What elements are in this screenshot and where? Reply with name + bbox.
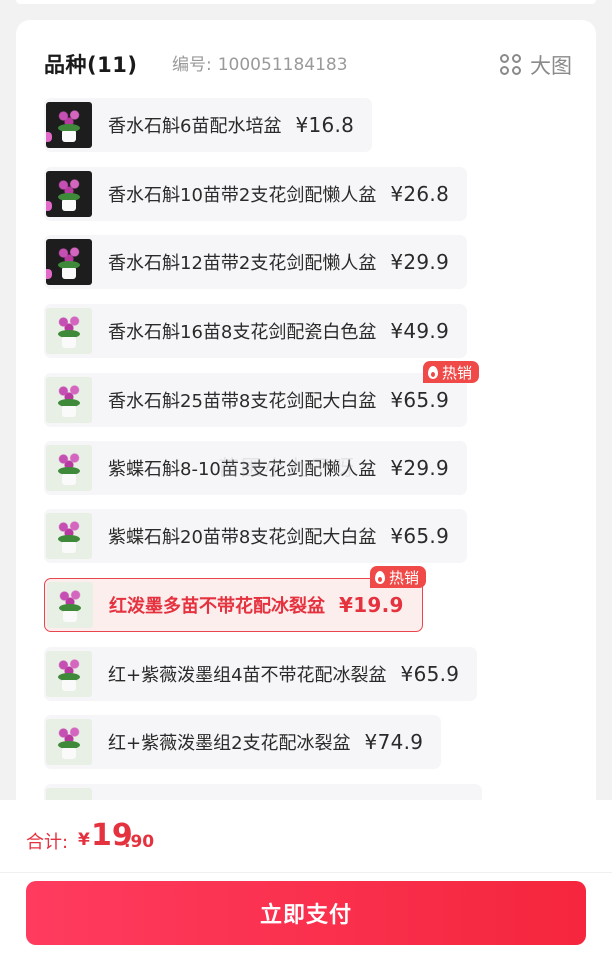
variant-name: 香水石斛16苗8支花剑配瓷白色盆: [108, 322, 377, 343]
divider: [0, 872, 612, 873]
variant-option[interactable]: 紫蝶石斛20苗带8支花剑配大白盆 ¥65.9: [44, 509, 468, 563]
variant-option[interactable]: 香水石斛12苗带2支花剑配懒人盆 ¥29.9: [44, 235, 468, 289]
previous-card-edge: [16, 0, 596, 4]
product-code-label: 编号:: [172, 55, 212, 75]
hot-badge-label: 热销: [389, 568, 420, 587]
variant-name: 香水石斛6苗配水培盆: [108, 116, 282, 137]
variant-price: ¥74.9: [364, 730, 424, 754]
variant-thumbnail: [46, 445, 92, 491]
variant-thumbnail: [46, 308, 92, 354]
hot-badge-label: 热销: [442, 363, 473, 382]
checkout-bar: 合计: ¥ 19 .90 立即支付: [0, 800, 612, 966]
variant-thumbnail: [46, 102, 92, 148]
variant-name: 香水石斛25苗带8支花剑配大白盆: [108, 391, 377, 412]
variant-thumbnail: [47, 582, 93, 628]
variant-name: 香水石斛12苗带2支花剑配懒人盆: [108, 253, 377, 274]
total-currency: ¥: [78, 830, 90, 850]
variant-price: ¥65.9: [400, 662, 460, 686]
big-view-label: 大图: [530, 54, 572, 78]
hot-badge: 热销: [370, 566, 427, 588]
variant-title: 品种(11): [44, 53, 138, 77]
variant-thumbnail: [46, 513, 92, 559]
variant-option[interactable]: 香水石斛6苗配水培盆 ¥16.8: [44, 98, 373, 152]
variant-thumbnail: [46, 719, 92, 765]
variant-option[interactable]: 香水石斛10苗带2支花剑配懒人盆 ¥26.8: [44, 167, 468, 221]
variant-option[interactable]: 红+紫薇泼墨组4苗不带花配冰裂盆 ¥65.9: [44, 647, 478, 701]
variant-price: ¥29.9: [390, 456, 450, 480]
flame-icon: [375, 570, 385, 584]
variant-thumbnail: [46, 651, 92, 697]
variant-thumbnail: [46, 171, 92, 217]
hot-badge: 热销: [423, 361, 480, 383]
variant-name: 香水石斛10苗带2支花剑配懒人盆: [108, 185, 377, 206]
variant-option[interactable]: 香水石斛16苗8支花剑配瓷白色盆 ¥49.9: [44, 304, 468, 358]
variant-name: 红泼墨多苗不带花配冰裂盆: [109, 596, 325, 617]
variant-option[interactable]: 香水石斛25苗带8支花剑配大白盆 ¥65.9: [44, 373, 468, 427]
variant-header: 品种(11) 编号: 100051184183 大图: [44, 50, 572, 80]
variant-name: 紫蝶石斛20苗带8支花剑配大白盆: [108, 527, 377, 548]
variant-price: ¥65.9: [390, 388, 450, 412]
grid-view-icon: [500, 54, 522, 76]
variant-price: ¥65.9: [390, 524, 450, 548]
variant-price: ¥19.9: [339, 593, 404, 617]
variant-thumbnail: [46, 377, 92, 423]
product-code-value: 100051184183: [217, 55, 348, 75]
watermark: 苗圃小丸子呀: [218, 456, 356, 480]
variant-card: 品种(11) 编号: 100051184183 大图 香水石斛6苗配水培盆 ¥16…: [16, 20, 596, 820]
variant-price: ¥29.9: [390, 250, 450, 274]
variant-option[interactable]: 红+紫薇泼墨组2支花配冰裂盆 ¥74.9: [44, 715, 442, 769]
variant-option-selected[interactable]: 红泼墨多苗不带花配冰裂盆 ¥19.9: [44, 578, 423, 632]
total-amount-decimal: .90: [124, 832, 155, 852]
flame-icon: [428, 365, 438, 379]
variant-thumbnail: [46, 239, 92, 285]
variant-price: ¥26.8: [390, 182, 450, 206]
product-code: 编号: 100051184183: [172, 50, 348, 80]
variant-price: ¥16.8: [295, 113, 355, 137]
variant-price: ¥49.9: [390, 319, 450, 343]
pay-now-button[interactable]: 立即支付: [26, 881, 586, 945]
big-view-toggle[interactable]: 大图: [500, 50, 572, 80]
variant-name: 红+紫薇泼墨组4苗不带花配冰裂盆: [108, 665, 387, 686]
total-label: 合计:: [26, 832, 69, 853]
variant-name: 红+紫薇泼墨组2支花配冰裂盆: [108, 733, 351, 754]
